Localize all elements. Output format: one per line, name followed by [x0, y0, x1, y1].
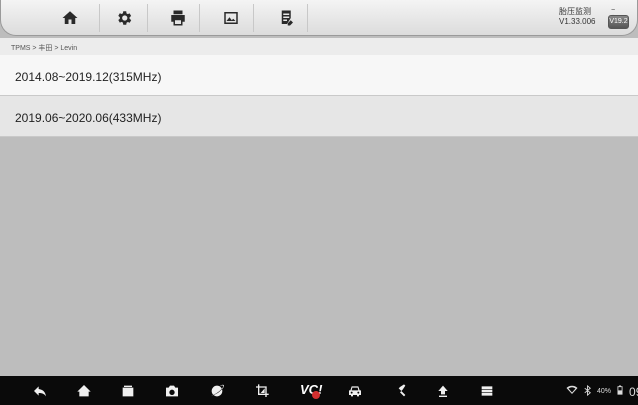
print-icon[interactable] [168, 8, 188, 28]
status-bar: 40% 09:30 [566, 384, 638, 399]
device-version-badge: −+ V19.2 [608, 7, 629, 30]
battery-icon [615, 384, 625, 399]
app-version: V1.33.006 [559, 17, 596, 26]
toolbar-divider [253, 4, 254, 32]
recent-apps-icon[interactable] [119, 382, 137, 400]
image-icon[interactable] [221, 8, 241, 28]
top-toolbar: 胎压监测 V1.33.006 −+ V19.2 [0, 0, 638, 36]
clock: 09:30 [629, 384, 638, 399]
list-item[interactable]: 2014.08~2019.12(315MHz) [0, 55, 638, 96]
vci-status-dot [312, 391, 320, 399]
tools-icon[interactable] [391, 382, 409, 400]
settings-icon[interactable] [114, 8, 134, 28]
toolbar-divider [307, 4, 308, 32]
browser-icon[interactable] [208, 382, 226, 400]
vci-icon[interactable]: VC! [300, 382, 324, 400]
back-icon[interactable] [31, 382, 49, 400]
car-icon[interactable] [346, 382, 364, 400]
menu-list: 2014.08~2019.12(315MHz) 2019.06~2020.06(… [0, 55, 638, 137]
breadcrumb: TPMS > 丰田 > Levin [0, 38, 638, 55]
screenshot-icon[interactable] [253, 382, 271, 400]
device-version: V19.2 [608, 15, 629, 29]
toolbar-divider [199, 4, 200, 32]
toolbar-divider [147, 4, 148, 32]
toolbar-divider [99, 4, 100, 32]
system-navbar: VC! 40% 09:30 [0, 376, 638, 405]
app-info: 胎压监测 V1.33.006 [559, 7, 595, 27]
list-item[interactable]: 2019.06~2020.06(433MHz) [0, 96, 638, 137]
bluetooth-icon [582, 384, 593, 399]
camera-icon[interactable] [163, 382, 181, 400]
app-name: 胎压监测 [559, 7, 591, 16]
battery-percent: 40% [597, 388, 612, 395]
menu-icon[interactable] [478, 382, 496, 400]
home-icon[interactable] [60, 8, 80, 28]
wifi-icon [566, 384, 578, 399]
report-icon[interactable] [277, 8, 297, 28]
upload-icon[interactable] [434, 382, 452, 400]
home-icon[interactable] [75, 382, 93, 400]
